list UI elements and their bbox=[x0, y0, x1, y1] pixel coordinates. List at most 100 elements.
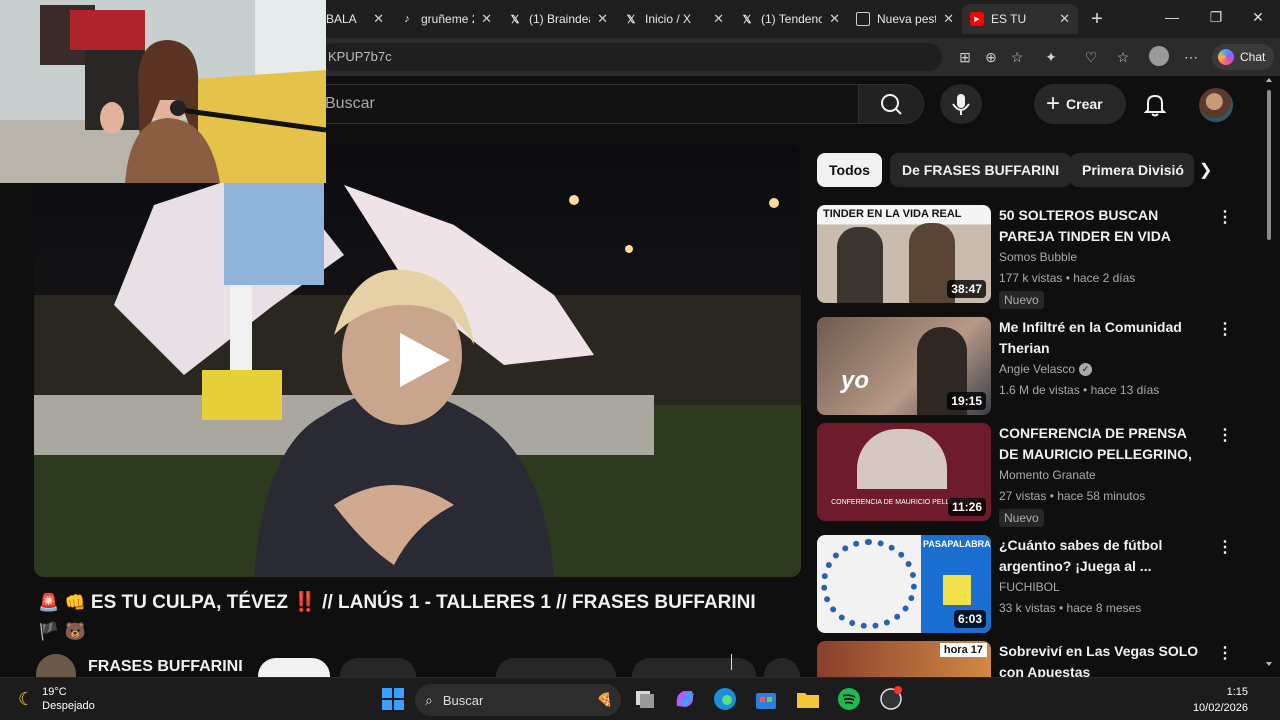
recommendation-item[interactable]: TINDER EN LA VIDA REAL 38:47 50 SOLTEROS… bbox=[817, 205, 1262, 309]
system-clock[interactable]: 1:15 10/02/2026 bbox=[1193, 684, 1248, 716]
task-view-icon[interactable] bbox=[632, 686, 658, 712]
close-icon[interactable]: ✕ bbox=[829, 11, 840, 27]
windows-start-icon[interactable] bbox=[380, 686, 406, 712]
favorite-star-icon[interactable]: ☆ bbox=[1008, 48, 1026, 66]
obs-icon[interactable] bbox=[878, 686, 904, 712]
more-vert-icon[interactable]: ⋮ bbox=[1217, 319, 1233, 339]
taskbar-search[interactable]: ⌕ Buscar 🍕 bbox=[415, 684, 621, 716]
close-icon[interactable]: ✕ bbox=[597, 11, 608, 27]
chevron-right-icon[interactable]: ❯ bbox=[1199, 160, 1212, 180]
zoom-icon[interactable]: ⊕ bbox=[982, 48, 1000, 66]
webcam-overlay bbox=[0, 0, 326, 183]
recommendation-channel[interactable]: Angie Velasco bbox=[999, 362, 1075, 376]
recommendation-title[interactable]: Me Infiltré en la Comunidad Therian bbox=[999, 317, 1207, 359]
notifications-bell-icon[interactable] bbox=[1140, 90, 1170, 120]
favorites-icon[interactable]: ☆ bbox=[1114, 48, 1132, 66]
newtab-icon bbox=[856, 12, 870, 26]
search-button[interactable] bbox=[858, 84, 924, 124]
maximize-button[interactable]: ❐ bbox=[1206, 9, 1226, 26]
edge-browser-icon[interactable] bbox=[712, 686, 738, 712]
more-actions-pill[interactable] bbox=[764, 658, 800, 677]
close-icon[interactable]: ✕ bbox=[713, 11, 724, 27]
account-avatar[interactable] bbox=[1199, 88, 1233, 122]
search-icon bbox=[881, 94, 902, 115]
browser-essentials-icon[interactable]: ♡ bbox=[1082, 48, 1100, 66]
video-thumbnail[interactable]: PASAPALABRA 6:03 bbox=[817, 535, 991, 633]
close-icon[interactable]: ✕ bbox=[943, 11, 954, 27]
youtube-icon: ▶ bbox=[970, 12, 984, 26]
recommendation-channel[interactable]: Momento Granate bbox=[999, 468, 1096, 482]
x-icon: 𝕏 bbox=[626, 13, 636, 26]
app-available-icon[interactable]: ⊞ bbox=[956, 48, 974, 66]
weather-temp: 19°C bbox=[42, 686, 67, 698]
tab-title: Inicio / X bbox=[645, 12, 692, 26]
duration-badge: 19:15 bbox=[947, 392, 986, 410]
clock-time: 1:15 bbox=[1226, 686, 1248, 698]
recommendation-item[interactable]: CONFERENCIA DE MAURICIO PELLEGRINO 11:26… bbox=[817, 423, 1262, 527]
more-vert-icon[interactable]: ⋮ bbox=[1217, 207, 1233, 227]
browser-tab[interactable]: Nueva pesta ✕ bbox=[848, 4, 962, 34]
webcam-image bbox=[0, 0, 326, 183]
channel-avatar[interactable] bbox=[36, 654, 76, 677]
microsoft-store-icon[interactable] bbox=[753, 686, 779, 712]
video-thumbnail[interactable]: TINDER EN LA VIDA REAL 38:47 bbox=[817, 205, 991, 303]
search-input[interactable]: Buscar bbox=[300, 84, 858, 124]
recommendation-item[interactable]: PASAPALABRA 6:03 ¿Cuánto sabes de fútbol… bbox=[817, 535, 1262, 635]
copilot-icon[interactable] bbox=[672, 686, 698, 712]
browser-tab-active[interactable]: ▶ ES TU ✕ bbox=[962, 4, 1078, 34]
more-menu-icon[interactable]: ⋯ bbox=[1182, 48, 1200, 66]
like-dislike-pill[interactable] bbox=[496, 658, 616, 677]
chip-todos[interactable]: Todos bbox=[817, 153, 882, 187]
recommendation-item[interactable]: hora 17 Sobreviví en Las Vegas SOLO con … bbox=[817, 641, 1262, 677]
microphone-icon bbox=[952, 94, 970, 115]
new-tab-button[interactable]: + bbox=[1086, 8, 1108, 31]
browser-tab[interactable]: 𝕏 Inicio / X ✕ bbox=[616, 4, 732, 34]
more-vert-icon[interactable]: ⋮ bbox=[1217, 425, 1233, 445]
notification-pill[interactable] bbox=[340, 658, 416, 677]
weather-widget[interactable]: ☾ 19°C Despejado bbox=[18, 685, 95, 713]
recommendation-item[interactable]: yo 19:15 Me Infiltré en la Comunidad The… bbox=[817, 317, 1262, 417]
create-button[interactable]: + Crear bbox=[1034, 84, 1126, 124]
copilot-icon bbox=[1218, 49, 1234, 65]
more-vert-icon[interactable]: ⋮ bbox=[1217, 537, 1233, 557]
more-vert-icon[interactable]: ⋮ bbox=[1217, 643, 1233, 663]
file-explorer-icon[interactable] bbox=[795, 686, 821, 712]
close-icon[interactable]: ✕ bbox=[373, 11, 384, 27]
recommendation-title[interactable]: 50 SOLTEROS BUSCAN PAREJA TINDER EN VIDA… bbox=[999, 205, 1207, 247]
recommendation-meta: 33 k vistas • hace 8 meses bbox=[999, 601, 1142, 615]
recommendation-title[interactable]: ¿Cuánto sabes de fútbol argentino? ¡Jueg… bbox=[999, 535, 1207, 577]
video-thumbnail[interactable]: yo 19:15 bbox=[817, 317, 991, 415]
close-icon[interactable]: ✕ bbox=[1059, 11, 1070, 27]
close-window-button[interactable]: ✕ bbox=[1248, 9, 1268, 26]
text-cursor bbox=[731, 654, 737, 670]
recommendation-channel[interactable]: Somos Bubble bbox=[999, 250, 1077, 264]
voice-search-button[interactable] bbox=[940, 84, 982, 124]
video-thumbnail[interactable]: hora 17 bbox=[817, 641, 991, 677]
browser-tab[interactable]: ♪ gruñeme 20 ✕ bbox=[392, 4, 500, 34]
recommendation-title[interactable]: CONFERENCIA DE PRENSA DE MAURICIO PELLEG… bbox=[999, 423, 1207, 465]
extensions-icon[interactable]: ✦ bbox=[1042, 48, 1060, 66]
close-icon[interactable]: ✕ bbox=[481, 11, 492, 27]
tab-title: gruñeme 20 bbox=[421, 12, 474, 26]
browser-tab[interactable]: 𝕏 (1) Braindea ✕ bbox=[500, 4, 616, 34]
profile-avatar[interactable] bbox=[1149, 46, 1169, 66]
recommendation-title[interactable]: Sobreviví en Las Vegas SOLO con Apuestas bbox=[999, 641, 1207, 677]
chat-label: Chat bbox=[1240, 50, 1266, 64]
play-icon[interactable] bbox=[392, 329, 454, 391]
recommendation-meta: 27 vistas • hace 58 minutos bbox=[999, 489, 1146, 503]
share-pill[interactable] bbox=[632, 658, 756, 677]
channel-name[interactable]: FRASES BUFFARINI bbox=[88, 658, 243, 676]
chip-channel[interactable]: De FRASES BUFFARINI bbox=[890, 153, 1072, 187]
copilot-chat-button[interactable]: Chat bbox=[1212, 44, 1274, 70]
minimize-button[interactable]: — bbox=[1162, 9, 1182, 25]
spotify-icon[interactable] bbox=[836, 686, 862, 712]
browser-tab[interactable]: BALA ✕ bbox=[318, 4, 392, 34]
video-thumbnail[interactable]: CONFERENCIA DE MAURICIO PELLEGRINO 11:26 bbox=[817, 423, 991, 521]
subscribe-button[interactable] bbox=[258, 658, 330, 677]
address-bar[interactable]: KPUP7b7c bbox=[320, 43, 942, 71]
chip-primera-division[interactable]: Primera Divisió bbox=[1070, 153, 1194, 187]
browser-tab[interactable]: 𝕏 (1) Tendenci ✕ bbox=[732, 4, 848, 34]
pizza-icon: 🍕 bbox=[596, 692, 613, 707]
page-scrollbar[interactable] bbox=[1264, 76, 1274, 677]
recommendation-channel[interactable]: FUCHIBOL bbox=[999, 580, 1060, 594]
